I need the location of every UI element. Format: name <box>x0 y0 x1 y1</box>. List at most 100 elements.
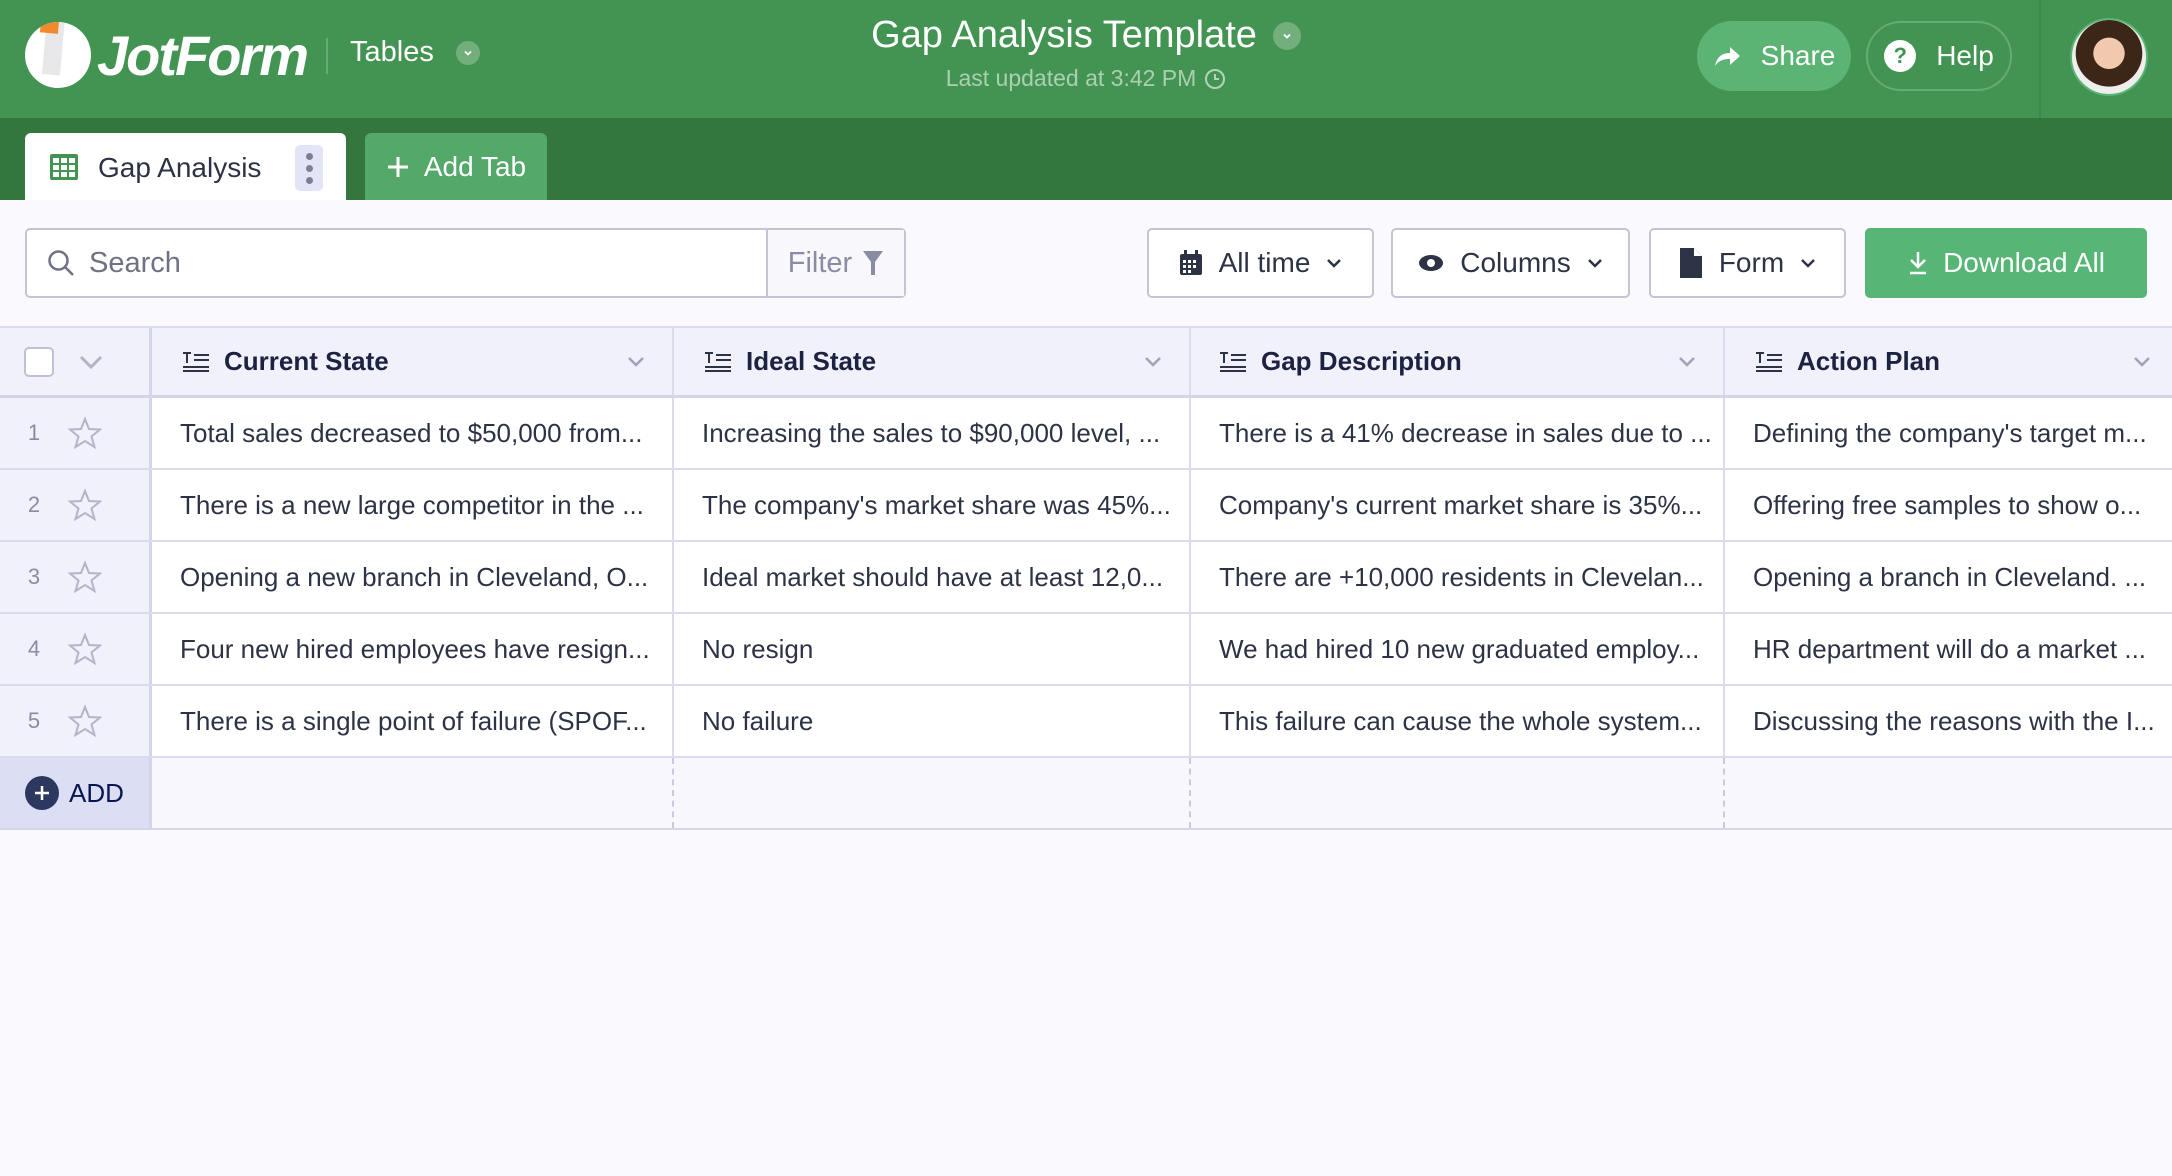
text-field-icon <box>1220 351 1246 372</box>
row-header: 4 <box>0 614 152 684</box>
table-cell[interactable]: No resign <box>672 614 1189 684</box>
star-icon[interactable] <box>68 417 102 449</box>
row-header: 1 <box>0 398 152 468</box>
help-label: Help <box>1936 40 1994 71</box>
chevron-down-icon[interactable] <box>626 355 646 369</box>
table-row[interactable]: 4 Four new hired employees have resign...… <box>0 614 2172 686</box>
column-header-gap-description[interactable]: Gap Description <box>1189 328 1723 395</box>
add-tab-label: Add Tab <box>423 150 527 182</box>
table-cell[interactable]: There is a 41% decrease in sales due to … <box>1189 398 1723 468</box>
table-cell[interactable]: The company's market share was 45%... <box>672 470 1189 540</box>
date-range-label: All time <box>1218 247 1311 278</box>
table-cell[interactable]: Offering free samples to show o... <box>1723 470 2172 540</box>
chevron-down-icon[interactable] <box>1677 355 1697 369</box>
table-header: Current State Ideal State Gap Descriptio… <box>0 326 2172 398</box>
download-all-button[interactable]: Download All <box>1865 228 2147 298</box>
search-bar: Filter <box>25 228 906 298</box>
table-title-dropdown[interactable]: Gap Analysis Template <box>871 14 1301 57</box>
share-arrow-icon <box>1714 47 1740 66</box>
divider <box>2039 0 2041 118</box>
search-input[interactable] <box>89 246 689 280</box>
column-header-current-state[interactable]: Current State <box>152 328 672 395</box>
table-row[interactable]: 5 There is a single point of failure (SPO… <box>0 686 2172 758</box>
table-cell[interactable]: Opening a branch in Cleveland. ... <box>1723 542 2172 612</box>
add-tab-button[interactable]: Add Tab <box>365 133 547 200</box>
select-all-cell <box>0 328 152 395</box>
form-label: Form <box>1718 247 1785 278</box>
table-row[interactable]: 3 Opening a new branch in Cleveland, O...… <box>0 542 2172 614</box>
download-label: Download All <box>1943 247 2105 278</box>
search-field[interactable] <box>27 230 766 296</box>
row-number: 4 <box>27 636 41 661</box>
table-cell[interactable]: There are +10,000 residents in Clevelan.… <box>1189 542 1723 612</box>
filter-button[interactable]: Filter <box>766 230 904 296</box>
chevron-down-icon <box>1327 259 1342 268</box>
empty-cell[interactable] <box>152 758 672 828</box>
star-icon[interactable] <box>68 705 102 737</box>
empty-cell[interactable] <box>1189 758 1723 828</box>
empty-cell[interactable] <box>672 758 1189 828</box>
star-icon[interactable] <box>68 633 102 665</box>
tab-options-icon[interactable] <box>295 145 323 191</box>
table-cell[interactable]: Discussing the reasons with the I... <box>1723 686 2172 756</box>
star-icon[interactable] <box>68 561 102 593</box>
chevron-down-icon[interactable] <box>1143 355 1163 369</box>
column-header-action-plan[interactable]: Action Plan <box>1723 328 2172 395</box>
chevron-down-icon <box>1801 259 1816 268</box>
app-header: JotForm Tables Gap Analysis Template Las… <box>0 0 2172 118</box>
column-label: Gap Description <box>1261 346 1462 376</box>
row-number: 5 <box>27 708 41 733</box>
chevron-down-icon[interactable] <box>78 354 104 370</box>
row-header: 2 <box>0 470 152 540</box>
table-cell[interactable]: Ideal market should have at least 12,0..… <box>672 542 1189 612</box>
table-cell[interactable]: Total sales decreased to $50,000 from... <box>152 398 672 468</box>
row-header: 5 <box>0 686 152 756</box>
star-icon[interactable] <box>68 489 102 521</box>
last-updated-text: Last updated at 3:42 PM <box>945 65 1197 91</box>
table-row[interactable]: 1 Total sales decreased to $50,000 from..… <box>0 398 2172 470</box>
text-field-icon <box>705 351 731 372</box>
table-cell[interactable]: HR department will do a market ... <box>1723 614 2172 684</box>
chevron-down-icon[interactable] <box>2132 355 2152 369</box>
add-row-button[interactable]: ADD <box>0 758 152 828</box>
table-row[interactable]: 2 There is a new large competitor in the … <box>0 470 2172 542</box>
column-label: Action Plan <box>1797 346 1941 376</box>
row-number: 1 <box>27 420 41 445</box>
table-cell[interactable]: We had hired 10 new graduated employ... <box>1189 614 1723 684</box>
table-cell[interactable]: No failure <box>672 686 1189 756</box>
chevron-down-icon <box>1272 21 1301 50</box>
table-body: 1 Total sales decreased to $50,000 from..… <box>0 398 2172 758</box>
user-avatar[interactable] <box>2070 18 2148 96</box>
chevron-down-icon <box>1587 259 1602 268</box>
download-icon <box>1910 252 1927 275</box>
table-cell[interactable]: Increasing the sales to $90,000 level, .… <box>672 398 1189 468</box>
columns-dropdown[interactable]: Columns <box>1391 228 1630 298</box>
table-cell[interactable]: Defining the company's target m... <box>1723 398 2172 468</box>
clock-icon <box>1205 68 1226 89</box>
share-label: Share <box>1760 40 1836 71</box>
data-table: Current State Ideal State Gap Descriptio… <box>0 326 2172 830</box>
page-title: Gap Analysis Template <box>871 14 1257 56</box>
tab-gap-analysis[interactable]: Gap Analysis <box>25 133 346 200</box>
empty-cell[interactable] <box>1723 758 2172 828</box>
select-all-checkbox[interactable] <box>24 346 54 377</box>
text-field-icon <box>1756 351 1782 372</box>
row-header: 3 <box>0 542 152 612</box>
eye-icon <box>1419 255 1444 271</box>
form-dropdown[interactable]: Form <box>1649 228 1846 298</box>
table-cell[interactable]: Opening a new branch in Cleveland, O... <box>152 542 672 612</box>
date-range-dropdown[interactable]: All time <box>1147 228 1374 298</box>
table-cell[interactable]: There is a single point of failure (SPOF… <box>152 686 672 756</box>
table-cell[interactable]: Company's current market share is 35%... <box>1189 470 1723 540</box>
calendar-icon <box>1179 250 1202 275</box>
table-cell[interactable]: This failure can cause the whole system.… <box>1189 686 1723 756</box>
share-button[interactable]: Share <box>1697 21 1851 91</box>
tab-label: Gap Analysis <box>98 152 262 183</box>
help-button[interactable]: ? Help <box>1866 21 2012 91</box>
funnel-icon <box>863 251 884 275</box>
table-cell[interactable]: Four new hired employees have resign... <box>152 614 672 684</box>
text-field-icon <box>183 351 209 372</box>
table-cell[interactable]: There is a new large competitor in the .… <box>152 470 672 540</box>
add-row: ADD <box>0 758 2172 830</box>
column-header-ideal-state[interactable]: Ideal State <box>672 328 1189 395</box>
